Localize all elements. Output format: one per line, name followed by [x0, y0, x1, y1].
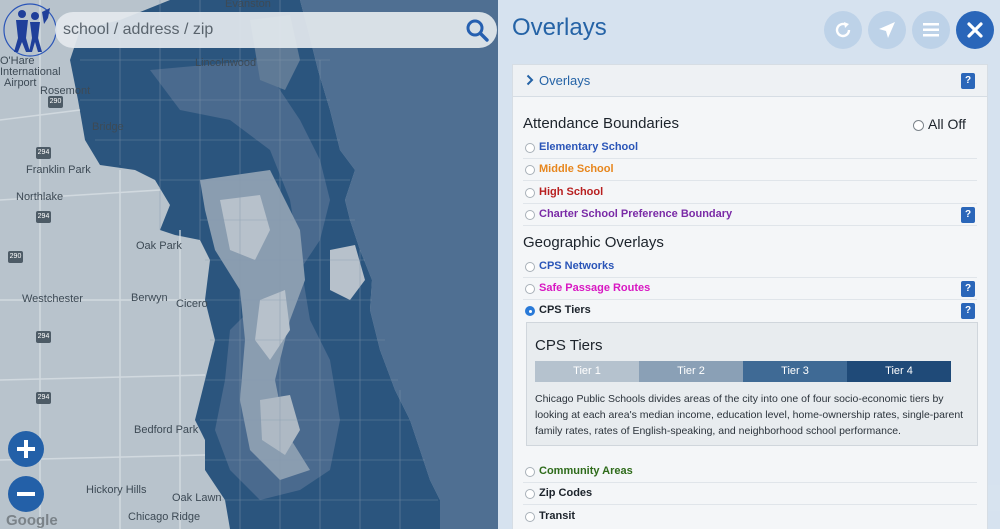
all-off-label: All Off [928, 116, 966, 132]
search-icon[interactable] [465, 18, 489, 42]
radio-selected-icon [525, 306, 535, 316]
map-label-evanston: Evanston [225, 0, 271, 10]
option-elementary-school[interactable]: Elementary School [523, 137, 977, 159]
option-zip-codes[interactable]: Zip Codes [523, 483, 977, 505]
map-label-hickory-hills: Hickory Hills [86, 484, 147, 496]
radio-icon [525, 165, 535, 175]
map-label-rosemont: Rosemont [40, 85, 91, 97]
option-cps-tiers[interactable]: CPS Tiers ? [523, 300, 977, 322]
tier-2-swatch: Tier 2 [639, 361, 743, 382]
option-high-school[interactable]: High School [523, 182, 977, 204]
tier-1-swatch: Tier 1 [535, 361, 639, 382]
radio-icon [525, 489, 535, 499]
minus-icon [17, 492, 35, 496]
option-community-areas[interactable]: Community Areas [523, 461, 977, 483]
map-label-franklin-park: Franklin Park [26, 164, 91, 176]
option-safe-passage-routes[interactable]: Safe Passage Routes ? [523, 278, 977, 300]
option-label: CPS Tiers [539, 304, 591, 316]
close-button[interactable] [956, 11, 994, 49]
option-transit[interactable]: Transit [523, 506, 977, 528]
help-icon[interactable]: ? [961, 303, 975, 319]
radio-icon [525, 284, 535, 294]
cps-tiers-info-box: CPS Tiers Tier 1 Tier 2 Tier 3 Tier 4 Ch… [526, 322, 978, 446]
option-middle-school[interactable]: Middle School [523, 159, 977, 181]
panel-title: Overlays [512, 14, 607, 41]
option-cps-networks[interactable]: CPS Networks [523, 256, 977, 278]
option-label: Community Areas [539, 465, 633, 477]
map-label-westchester: Westchester [22, 293, 83, 305]
overlays-card: Overlays ? Attendance Boundaries All Off… [512, 64, 988, 529]
option-label: Transit [539, 510, 576, 522]
map-label-oak-lawn: Oak Lawn [172, 492, 222, 504]
highway-shield: 294 [36, 147, 51, 159]
highway-shield: 294 [36, 211, 51, 223]
refresh-button[interactable] [824, 11, 862, 49]
geographic-overlays-title: Geographic Overlays [523, 234, 664, 251]
overlays-panel: Overlays Overlays ? Attendance Boundarie… [498, 0, 1000, 529]
search-input[interactable] [63, 18, 453, 42]
option-label: Charter School Preference Boundary [539, 208, 733, 220]
highway-shield: 294 [36, 392, 51, 404]
option-label: Middle School [539, 163, 614, 175]
overlays-accordion-header[interactable]: Overlays ? [513, 65, 987, 97]
overlays-accordion-label: Overlays [539, 73, 591, 88]
map-label-chicago-ridge: Chicago Ridge [128, 511, 201, 523]
option-label: CPS Networks [539, 260, 615, 272]
map-label-berwyn: Berwyn [131, 292, 168, 304]
option-charter-school-preference-boundary[interactable]: Charter School Preference Boundary ? [523, 204, 977, 226]
radio-icon [525, 467, 535, 477]
map-label-bedford-park: Bedford Park [134, 424, 199, 436]
refresh-icon [835, 22, 851, 38]
radio-icon [525, 210, 535, 220]
tier-legend: Tier 1 Tier 2 Tier 3 Tier 4 [535, 361, 951, 382]
radio-icon [525, 262, 535, 272]
plus-icon [17, 440, 35, 458]
map-label-airport: Airport [4, 77, 37, 89]
locate-button[interactable] [868, 11, 906, 49]
option-label: Elementary School [539, 141, 639, 153]
zoom-in-button[interactable] [8, 431, 44, 467]
close-icon [967, 22, 983, 38]
help-icon[interactable]: ? [961, 281, 975, 297]
map-label-lincolnwood: Lincolnwood [195, 57, 257, 69]
list-button[interactable] [912, 11, 950, 49]
option-label: Zip Codes [539, 487, 593, 499]
option-label: Safe Passage Routes [539, 282, 651, 294]
tier-4-swatch: Tier 4 [847, 361, 951, 382]
attendance-boundaries-title: Attendance Boundaries [523, 115, 679, 132]
tier-3-swatch: Tier 3 [743, 361, 847, 382]
map-label-bridge: Bridge [92, 121, 124, 133]
highway-shield: 294 [36, 331, 51, 343]
help-icon[interactable]: ? [961, 207, 975, 223]
radio-icon [525, 143, 535, 153]
cps-tiers-description: Chicago Public Schools divides areas of … [535, 393, 964, 437]
zoom-out-button[interactable] [8, 476, 44, 512]
map-label-northlake: Northlake [16, 191, 64, 203]
search-bar [55, 12, 497, 48]
radio-icon [525, 512, 535, 522]
radio-icon [525, 188, 535, 198]
cps-logo [2, 2, 58, 58]
highway-shield: 290 [48, 96, 63, 108]
option-label: High School [539, 186, 604, 198]
highway-shield: 290 [8, 251, 23, 263]
help-icon[interactable]: ? [961, 73, 975, 89]
location-arrow-icon [879, 22, 895, 38]
chevron-right-icon [526, 74, 534, 86]
google-logo: Google [6, 512, 58, 529]
list-icon [923, 23, 939, 37]
radio-icon [913, 120, 924, 131]
map-label-cicero: Cicero [176, 298, 208, 310]
cps-tiers-title: CPS Tiers [535, 337, 603, 354]
map-label-oak-park: Oak Park [136, 240, 182, 252]
